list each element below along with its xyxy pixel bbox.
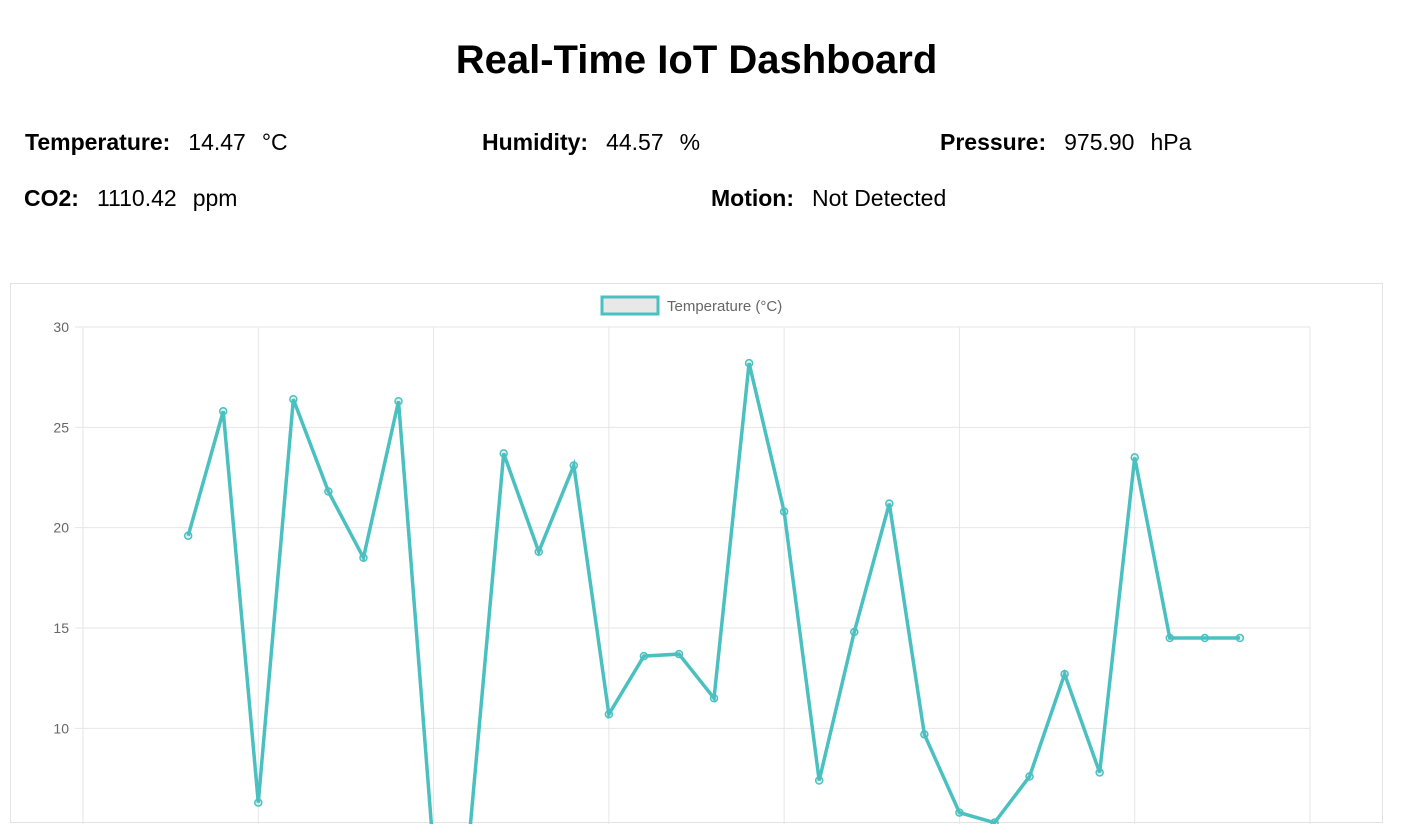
data-point [709, 693, 719, 703]
temperature-unit: °C [261, 129, 288, 155]
data-point [218, 407, 228, 416]
data-point [604, 710, 614, 719]
data-point [1060, 669, 1069, 679]
chart-legend: Temperature (°C) [600, 295, 782, 316]
legend-label: Temperature (°C) [667, 298, 782, 315]
data-point [814, 776, 824, 785]
pressure-metric: Pressure: 975.90 hPa [940, 129, 1191, 156]
data-point [183, 531, 193, 540]
data-point [394, 396, 403, 406]
y-tick-label: 10 [53, 720, 69, 736]
data-point [289, 394, 298, 404]
co2-metric: CO2: 1110.42 ppm [24, 185, 237, 212]
temperature-chart-card: 10 15 20 25 30 Temperature (°C) [10, 283, 1383, 824]
data-point [850, 627, 859, 637]
data-point [324, 487, 333, 496]
data-point [674, 649, 684, 659]
data-point [1200, 633, 1210, 643]
data-point [1235, 633, 1245, 643]
humidity-metric: Humidity: 44.57% [482, 129, 700, 156]
pressure-value: 975.90 [1064, 129, 1135, 155]
data-point [499, 449, 508, 458]
temperature-label: Temperature: [25, 129, 171, 155]
data-point [1025, 772, 1034, 781]
y-tick-label: 30 [53, 319, 69, 335]
humidity-unit: % [679, 129, 701, 155]
y-tick-label: 25 [53, 419, 69, 435]
humidity-label: Humidity: [482, 129, 589, 155]
data-point [955, 808, 964, 817]
motion-value: Not Detected [812, 185, 947, 211]
data-point [920, 730, 929, 739]
co2-unit: ppm [192, 185, 238, 211]
temperature-series-line [186, 362, 1240, 824]
data-point [639, 651, 649, 661]
temperature-value: 14.47 [188, 129, 246, 155]
temperature-chart: 10 15 20 25 30 Temperature (°C) [53, 295, 1311, 824]
pressure-unit: hPa [1150, 129, 1192, 155]
temperature-metric: Temperature: 14.47 °C [25, 129, 288, 156]
co2-value: 1110.42 [96, 185, 177, 211]
pressure-label: Pressure: [940, 129, 1047, 155]
motion-metric: Motion: Not Detected [711, 185, 946, 212]
data-point [885, 499, 894, 508]
data-point [1095, 768, 1104, 777]
data-point [1130, 453, 1139, 462]
data-point [990, 818, 999, 824]
data-point [534, 547, 543, 556]
motion-label: Motion: [711, 185, 795, 211]
data-point [359, 553, 368, 563]
page-title: Real-Time IoT Dashboard [455, 38, 938, 82]
y-tick-label: 15 [53, 620, 69, 636]
data-point [1165, 633, 1175, 643]
humidity-value: 44.57 [606, 129, 664, 155]
data-point [569, 461, 579, 470]
y-tick-label: 20 [53, 520, 69, 536]
data-point [254, 798, 263, 807]
data-point [744, 358, 754, 368]
data-point [779, 507, 789, 516]
legend-swatch [600, 295, 660, 316]
co2-label: CO2: [24, 185, 79, 211]
